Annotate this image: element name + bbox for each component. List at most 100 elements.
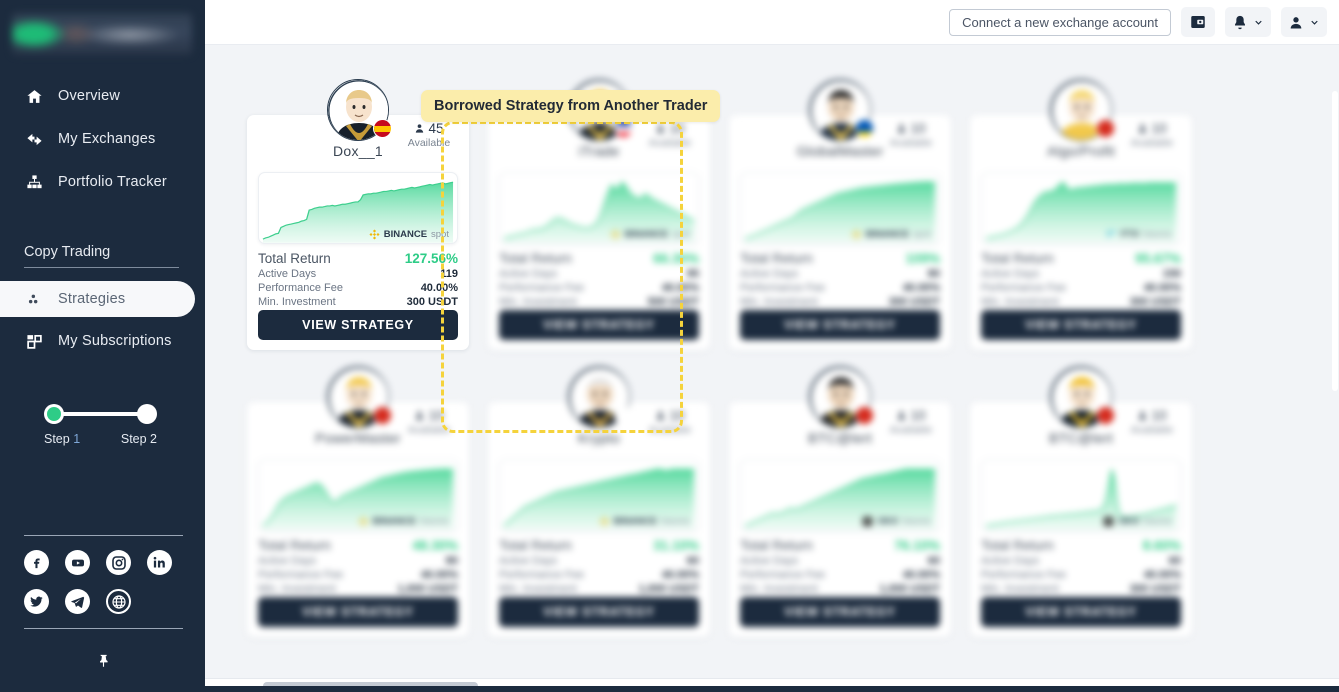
exchange-name: BINANCE	[624, 228, 669, 240]
stat-value: 1,000 USDT	[638, 582, 699, 595]
sidebar-item-portfolio-tracker[interactable]: Portfolio Tracker	[0, 163, 205, 201]
market-type: futures	[660, 515, 690, 527]
exchange-name: OKX	[877, 515, 898, 527]
step-2-dot[interactable]	[137, 404, 157, 424]
exchange-label: BINANCE spot	[610, 229, 690, 240]
stat-performance-fee: Performance Fee 40.00%	[740, 282, 940, 294]
view-strategy-button[interactable]: VIEW STRATEGY	[258, 596, 458, 627]
available-count: 10	[400, 408, 458, 423]
stat-active-days: Active Days 60	[499, 555, 699, 567]
stat-label: Min. Investment	[499, 295, 577, 308]
market-type: futures	[1142, 515, 1172, 527]
wallet-button[interactable]	[1181, 7, 1215, 37]
sidebar-item-my-subscriptions[interactable]: My Subscriptions	[0, 322, 205, 360]
sidebar-item-overview[interactable]: Overview	[0, 77, 205, 115]
stat-active-days: Active Days 119	[258, 268, 458, 280]
main-area: Connect a new exchange account 45 Availa…	[205, 0, 1339, 692]
exchange-label: BINANCE spot	[369, 229, 449, 240]
stat-active-days: Active Days 95	[499, 268, 699, 280]
stat-value: 300 USDT	[1129, 295, 1181, 308]
twitter-icon[interactable]	[24, 589, 49, 614]
connect-exchange-button[interactable]: Connect a new exchange account	[949, 8, 1171, 36]
sidebar-item-label: My Exchanges	[58, 131, 156, 147]
view-strategy-button[interactable]: VIEW STRATEGY	[499, 596, 699, 627]
view-strategy-button[interactable]: VIEW STRATEGY	[981, 596, 1181, 627]
strategies-content: 45 Available Dox__1 BINANCE spot Total R…	[205, 45, 1339, 692]
vertical-scrollbar[interactable]	[1332, 91, 1338, 391]
stat-min-investment: Min. Investment 300 USDT	[981, 296, 1181, 308]
stat-label: Performance Fee	[740, 568, 825, 581]
linkedin-icon[interactable]	[147, 550, 172, 575]
stat-label: Active Days	[740, 267, 799, 280]
exchange-label: OKX futures	[862, 516, 931, 527]
available-count: 10	[1123, 408, 1181, 423]
strategy-stats: Total Return 127.56% Active Days 119 Per…	[258, 251, 458, 310]
notifications-button[interactable]	[1225, 7, 1271, 37]
stat-value: 150	[1162, 267, 1181, 280]
strategy-card-card-7[interactable]: 10 Available BTC@lert OKX futures Total …	[729, 366, 951, 637]
country-flag-badge	[855, 119, 874, 138]
avatar	[568, 366, 633, 428]
logo[interactable]	[0, 0, 205, 66]
market-type: futures	[901, 515, 931, 527]
view-strategy-button[interactable]: VIEW STRATEGY	[258, 309, 458, 340]
available-number: 10	[910, 121, 926, 136]
borrowed-strategy-tooltip: Borrowed Strategy from Another Trader	[421, 90, 721, 122]
view-strategy-button[interactable]: VIEW STRATEGY	[981, 309, 1181, 340]
strategy-card-card-4[interactable]: 10 Available Algo/Profit FTX futures Tot…	[970, 79, 1192, 350]
stat-value: 500 USDT	[647, 295, 699, 308]
exchange-label: OKX futures	[1103, 516, 1172, 527]
view-strategy-button[interactable]: VIEW STRATEGY	[740, 596, 940, 627]
market-type: spot	[431, 228, 449, 240]
view-strategy-button[interactable]: VIEW STRATEGY	[740, 309, 940, 340]
telegram-icon[interactable]	[65, 589, 90, 614]
stat-label: Total Return	[499, 537, 572, 553]
stat-total-return: Total Return 76.10%	[740, 538, 940, 553]
top-bar: Connect a new exchange account	[205, 0, 1339, 45]
youtube-icon[interactable]	[65, 550, 90, 575]
stat-value: 95.67%	[1135, 250, 1181, 266]
person-icon	[416, 411, 424, 420]
view-strategy-button[interactable]: VIEW STRATEGY	[499, 309, 699, 340]
facebook-icon[interactable]	[24, 550, 49, 575]
okx-icon	[863, 516, 873, 526]
user-menu-button[interactable]	[1281, 7, 1327, 37]
stat-label: Active Days	[981, 267, 1040, 280]
stat-value: 109%	[905, 250, 940, 266]
available-number: 10	[669, 121, 685, 136]
globe-icon[interactable]	[106, 589, 131, 614]
person-icon	[1139, 124, 1147, 133]
strategy-card-card-5[interactable]: 10 Available PowerMaster BINANCE futures	[247, 366, 469, 637]
strategy-card-body: 10 Available iTrade BINANCE spot Total R…	[488, 115, 710, 350]
exchange-label: BINANCE futures	[599, 516, 690, 527]
user-icon	[1290, 16, 1302, 28]
stat-total-return: Total Return 8.60%	[981, 538, 1181, 553]
step-1-dot[interactable]	[44, 404, 64, 424]
stepper-bar	[54, 412, 147, 416]
strategy-card-card-6[interactable]: 10 Available Krypto BINANCE futures Tota…	[488, 366, 710, 637]
exchange-arrows-icon	[24, 131, 44, 148]
available-count: 10	[882, 121, 940, 136]
country-flag-badge	[1096, 119, 1115, 138]
market-type: spot	[913, 228, 931, 240]
stat-label: Total Return	[981, 537, 1054, 553]
sidebar-pin-button[interactable]	[24, 643, 183, 684]
instagram-icon[interactable]	[106, 550, 131, 575]
stat-label: Active Days	[258, 554, 317, 567]
stat-active-days: Active Days 150	[981, 268, 1181, 280]
sidebar-item-my-exchanges[interactable]: My Exchanges	[0, 120, 205, 158]
binance-icon	[610, 229, 621, 240]
avatar	[327, 79, 392, 141]
country-flag-badge	[1096, 406, 1115, 425]
stat-value: 60	[1168, 554, 1181, 567]
strategy-card-card-8[interactable]: 10 Available BTC@lert OKX futures Total …	[970, 366, 1192, 637]
binance-icon	[599, 516, 610, 527]
available-number: 10	[1151, 121, 1167, 136]
stat-value: 95	[686, 267, 699, 280]
strategy-card-card-3[interactable]: 10 Available GlobalMaster BINANCE spot T…	[729, 79, 951, 350]
available-count: 10	[882, 408, 940, 423]
available-number: 10	[428, 408, 444, 423]
sidebar-item-strategies[interactable]: Strategies	[0, 281, 195, 317]
stat-label: Min. Investment	[981, 295, 1059, 308]
available-number: 10	[1151, 408, 1167, 423]
